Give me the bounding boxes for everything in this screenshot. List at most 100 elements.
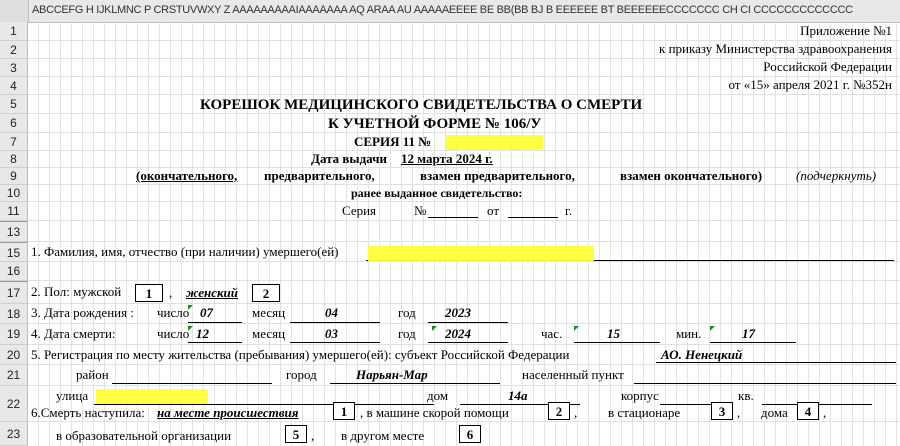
prev-series-label: Серия	[342, 203, 377, 218]
select-all-corner[interactable]	[0, 0, 29, 22]
city-underline	[330, 383, 500, 384]
death-min-value[interactable]: 17	[742, 326, 755, 342]
row-header[interactable]: 16	[0, 262, 28, 281]
cell-marker	[574, 326, 579, 331]
kind-replace-preliminary-option[interactable]: взамен предварительного,	[420, 168, 575, 184]
birth-month-value[interactable]: 04	[325, 305, 338, 321]
death-min-label: мин.	[676, 326, 702, 341]
place-code-3[interactable]: 3	[711, 402, 733, 420]
row-divider	[28, 94, 900, 95]
row-divider	[28, 421, 900, 422]
row-divider	[28, 385, 900, 386]
spreadsheet[interactable]: ABCCEFG H IJKLMNC P CRSTUVWXY Z AAAAAAAA…	[0, 0, 900, 446]
female-code-box[interactable]: 2	[252, 284, 280, 302]
death-hour-value[interactable]: 15	[607, 326, 620, 342]
row-divider	[28, 344, 900, 345]
male-code-box[interactable]: 1	[135, 284, 163, 302]
row-header[interactable]: 13	[0, 221, 28, 242]
place-school-option[interactable]: в образовательной организации	[56, 428, 231, 444]
prev-from-label: от	[487, 203, 500, 218]
row-header[interactable]: 15	[0, 242, 28, 262]
registration-subject-value[interactable]: АО. Ненецкий	[661, 347, 742, 363]
form-title: КОРЕШОК МЕДИЦИНСКОГО СВИДЕТЕЛЬСТВА О СМЕ…	[200, 97, 643, 113]
row-header[interactable]: 6	[0, 114, 28, 133]
row-header[interactable]: 4	[0, 77, 28, 95]
row-divider	[28, 323, 900, 324]
previous-certificate-label: ранее выданное свидетельство:	[351, 186, 523, 200]
row-header[interactable]: 20	[0, 345, 28, 365]
row-header[interactable]: 21	[0, 365, 28, 386]
death-hour-label: час.	[541, 326, 563, 341]
city-label: город	[286, 367, 317, 382]
place-hospital-option[interactable]: в стационаре	[608, 405, 680, 421]
death-month-value[interactable]: 03	[325, 326, 338, 342]
death-year-underline	[428, 342, 508, 343]
row-header[interactable]: 7	[0, 133, 28, 151]
row-header[interactable]: 19	[0, 324, 28, 345]
row-divider	[28, 280, 900, 281]
row-header[interactable]: 2	[0, 41, 28, 59]
row-header[interactable]: 18	[0, 304, 28, 324]
place-code-4[interactable]: 4	[797, 402, 819, 420]
place-ambulance-option[interactable]: , в машине скорой помощи	[360, 405, 509, 421]
registration-subject-underline	[656, 362, 896, 363]
district-field[interactable]	[112, 383, 272, 384]
sex-label: 2. Пол: мужской	[31, 284, 122, 299]
birth-year-underline	[428, 322, 508, 323]
cell-marker	[188, 326, 193, 331]
birth-month-label: месяц	[252, 305, 286, 320]
row-header[interactable]: 5	[0, 95, 28, 114]
form-subtitle: К УЧЕТНОЙ ФОРМЕ № 106/У	[328, 116, 542, 132]
issue-date-value[interactable]: 12 марта 2024 г.	[401, 151, 493, 167]
city-value[interactable]: Нарьян-Мар	[356, 367, 428, 383]
korpus-label: корпус	[621, 388, 659, 403]
place-accident-option[interactable]: на месте происшествия	[157, 405, 298, 421]
place-home-option[interactable]: дома	[761, 405, 788, 421]
birth-day-value[interactable]: 07	[200, 305, 213, 321]
birth-day-underline	[188, 322, 242, 323]
place-other-option[interactable]: в другом месте	[341, 428, 424, 444]
female-option[interactable]: женский	[186, 285, 238, 301]
prev-date-field[interactable]	[508, 217, 558, 218]
kind-preliminary-option[interactable]: предварительного,	[264, 168, 375, 184]
prev-number-field[interactable]	[428, 217, 478, 218]
issue-date-label: Дата выдачи	[311, 151, 387, 166]
settlement-field[interactable]	[634, 383, 896, 384]
death-day-value[interactable]: 12	[196, 326, 209, 342]
house-value[interactable]: 14а	[508, 388, 528, 404]
birth-month-underline	[290, 322, 380, 323]
row-header[interactable]: 10	[0, 185, 28, 202]
kind-replace-final-option[interactable]: взамен окончательного)	[620, 168, 762, 184]
row-header[interactable]: 8	[0, 151, 28, 168]
row-header[interactable]: 1	[0, 22, 28, 41]
place-code-6[interactable]: 6	[459, 425, 481, 443]
place-code-5[interactable]: 5	[285, 425, 307, 443]
place-code-1[interactable]: 1	[333, 402, 355, 420]
kind-final-option[interactable]: (окончательного,	[136, 168, 237, 184]
row-header[interactable]: 9	[0, 168, 28, 185]
row-header[interactable]: 11	[0, 202, 28, 221]
cell-marker	[710, 326, 715, 331]
district-label: район	[76, 367, 109, 382]
order-date-label: от «15» апреля 2021 г. №352н	[728, 77, 892, 92]
row-header[interactable]: 17	[0, 281, 28, 304]
series-label: СЕРИЯ 11 №	[354, 134, 432, 149]
row-header[interactable]: 23	[0, 422, 28, 446]
place-comma: ,	[823, 405, 827, 420]
prev-year-label: г.	[565, 203, 573, 218]
prev-number-label: №	[414, 203, 427, 218]
registration-label: 5. Регистрация по месту жительства (преб…	[31, 347, 570, 362]
birth-year-value[interactable]: 2023	[445, 305, 471, 321]
death-min-underline	[710, 342, 796, 343]
column-letters[interactable]: ABCCEFG H IJKLMNC P CRSTUVWXY Z AAAAAAAA…	[32, 4, 853, 16]
death-year-label: год	[398, 326, 416, 341]
house-label: дом	[427, 388, 449, 403]
row-header[interactable]: 22	[0, 386, 28, 422]
row-header[interactable]: 3	[0, 59, 28, 77]
place-comma: ,	[737, 405, 741, 420]
death-year-value[interactable]: 2024	[445, 326, 471, 342]
place-code-2[interactable]: 2	[548, 402, 570, 420]
federation-label: Российской Федерации	[763, 59, 892, 74]
fio-label: 1. Фамилия, имя, отчество (при наличии) …	[31, 244, 339, 259]
column-header-bar[interactable]: ABCCEFG H IJKLMNC P CRSTUVWXY Z AAAAAAAA…	[0, 0, 900, 23]
